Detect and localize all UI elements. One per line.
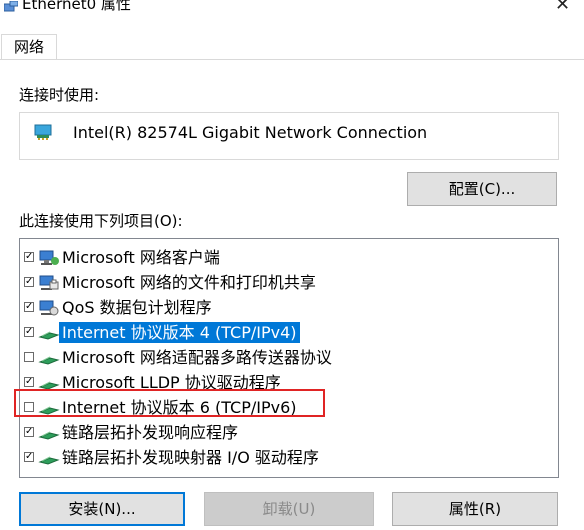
item-label: 链路层拓扑发现映射器 I/O 驱动程序	[62, 448, 319, 467]
items-label: 此连接使用下列项目(O):	[19, 212, 183, 230]
protocol-icon	[38, 356, 60, 365]
item-label: 链路层拓扑发现响应程序	[62, 423, 239, 442]
adapter-box: Intel(R) 82574L Gigabit Network Connecti…	[19, 112, 559, 160]
configure-button[interactable]: 配置(C)...	[407, 172, 557, 206]
qos-scheduler-icon	[39, 300, 59, 316]
close-icon[interactable]: ✕	[555, 0, 570, 15]
protocol-icon	[38, 406, 60, 415]
install-button[interactable]: 安装(N)...	[19, 492, 185, 526]
protocol-icon	[38, 431, 60, 440]
title-bar: Ethernet0 属性 ✕	[0, 0, 584, 22]
item-checkbox[interactable]: ✓	[24, 452, 34, 462]
item-checkbox[interactable]: ✓	[24, 302, 34, 312]
properties-button[interactable]: 属性(R)	[392, 492, 558, 526]
protocol-icon	[38, 456, 60, 465]
item-label: Microsoft 网络适配器多路传送器协议	[62, 348, 332, 367]
network-connection-icon	[4, 1, 18, 12]
item-checkbox[interactable]: ✓	[24, 252, 34, 262]
list-item[interactable]: Internet 协议版本 6 (TCP/IPv6)	[20, 396, 558, 420]
list-item[interactable]: ✓ QoS 数据包计划程序	[20, 296, 558, 320]
items-list[interactable]: ✓ Microsoft 网络客户端 ✓ Microsoft 网络的文件和打印机共…	[19, 238, 559, 478]
item-checkbox[interactable]	[24, 402, 34, 412]
protocol-icon	[38, 331, 60, 340]
network-adapter-icon	[34, 124, 52, 140]
protocol-icon	[38, 381, 60, 390]
connect-using-label: 连接时使用:	[19, 86, 100, 104]
item-label: Microsoft 网络的文件和打印机共享	[62, 273, 316, 292]
item-checkbox[interactable]	[24, 352, 34, 362]
item-checkbox[interactable]: ✓	[24, 327, 34, 337]
window-title: Ethernet0 属性	[22, 0, 131, 13]
item-label: Internet 协议版本 6 (TCP/IPv6)	[62, 398, 297, 417]
item-checkbox[interactable]: ✓	[24, 277, 34, 287]
item-label: Microsoft LLDP 协议驱动程序	[62, 373, 281, 392]
item-label: Microsoft 网络客户端	[62, 248, 220, 267]
tab-network[interactable]: 网络	[1, 34, 57, 60]
network-client-icon	[39, 250, 59, 265]
tab-bar: 网络	[0, 34, 584, 60]
item-checkbox[interactable]: ✓	[24, 427, 34, 437]
list-item[interactable]: Microsoft 网络适配器多路传送器协议	[20, 346, 558, 370]
list-item[interactable]: ✓ 链路层拓扑发现映射器 I/O 驱动程序	[20, 446, 558, 470]
list-item[interactable]: ✓ Microsoft 网络客户端	[20, 246, 558, 270]
list-item[interactable]: ✓ Microsoft LLDP 协议驱动程序	[20, 371, 558, 395]
item-label: QoS 数据包计划程序	[62, 298, 212, 317]
list-item[interactable]: ✓ Internet 协议版本 4 (TCP/IPv4)	[20, 321, 558, 345]
list-item[interactable]: ✓ Microsoft 网络的文件和打印机共享	[20, 271, 558, 295]
uninstall-button[interactable]: 卸载(U)	[204, 492, 374, 526]
list-item[interactable]: ✓ 链路层拓扑发现响应程序	[20, 421, 558, 445]
item-label: Internet 协议版本 4 (TCP/IPv4)	[59, 322, 300, 343]
item-checkbox[interactable]: ✓	[24, 377, 34, 387]
file-printer-share-icon	[39, 275, 59, 290]
adapter-name: Intel(R) 82574L Gigabit Network Connecti…	[73, 123, 428, 142]
